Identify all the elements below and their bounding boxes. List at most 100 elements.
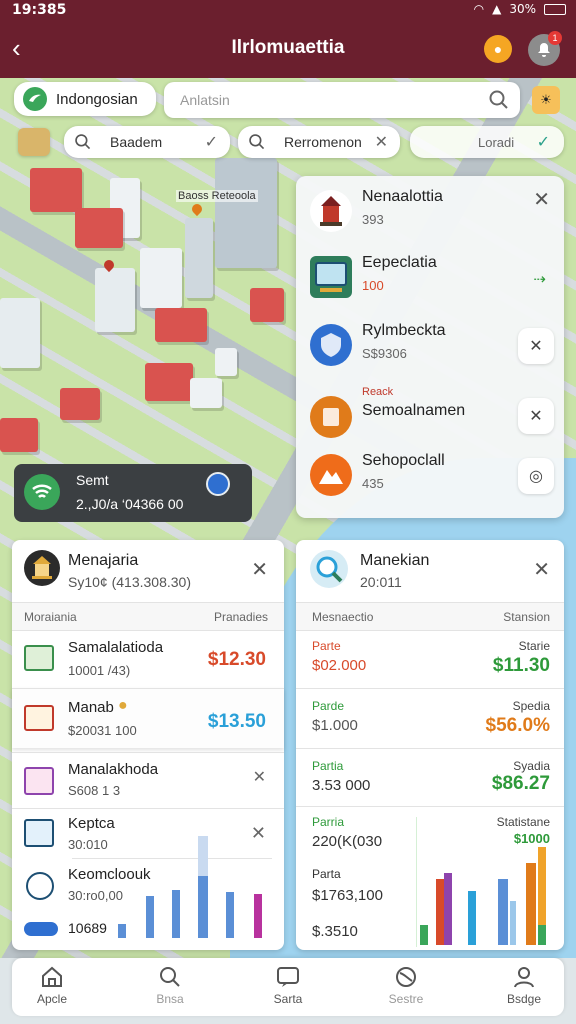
chart-bar [526,863,536,945]
temple-icon [24,550,60,586]
nav-label: Bsdge [506,992,542,1006]
column-header: Moraiania [24,610,77,624]
poi-sub: 100 [362,278,384,293]
map-building [0,418,38,452]
close-icon[interactable]: ✕ [518,398,554,434]
poi-sub: 435 [362,476,384,491]
shield-icon [310,324,352,366]
nav-item-profile[interactable]: Bsdge [484,964,564,1006]
row-title: Samalalatioda [68,639,164,656]
footer-value: $.3510 [312,923,358,940]
globe-icon [396,967,416,987]
info-icon[interactable]: ◎ [518,458,554,494]
poi-item[interactable]: Sehopoclall 435 ◎ [310,448,554,508]
toggle-icon[interactable] [24,922,58,936]
coin-icon[interactable]: ● [484,35,512,63]
poi-item[interactable]: Rylmbeckta S$9306 ✕ [310,318,554,378]
table-row[interactable]: Partia 3.53 000 Syadia $86.27 [296,748,564,806]
filter-icon[interactable] [18,128,50,156]
chart-bar [436,879,444,945]
signal-icon: ▲ [492,2,502,16]
screen-icon [310,256,352,298]
close-icon[interactable]: ✕ [375,132,388,152]
card-subtitle: 20:011 [360,574,402,590]
column-header: Mesnaectio [312,610,374,624]
search-input[interactable]: Anlatsin [164,82,520,118]
search-icon [75,134,91,150]
chevron-down-icon[interactable]: ✓ [537,132,550,152]
table-row[interactable]: Keptca 30:010 ✕ [12,808,284,860]
mountain-icon [310,454,352,496]
poi-title: Semoalnamen [362,402,466,419]
filter-chip-2[interactable]: Rerromenon ✕ [238,126,400,158]
nav-item-home[interactable]: Apcle [12,964,92,1006]
weather-icon[interactable]: ☀ [532,86,560,114]
table-row[interactable]: Manab ● $20031 100 $13.50 [12,688,284,748]
row-sub: 30:ro0,00 [68,888,123,903]
search-icon [249,134,265,150]
chevron-down-icon[interactable]: ✓ [205,132,218,152]
nav-item-search[interactable]: Bnsa [130,964,210,1006]
map-building [0,298,40,368]
temple-icon [310,190,352,232]
row-amount: $56.0% [485,715,550,736]
map-pin-icon[interactable] [189,201,205,217]
table-row[interactable]: Samalalatioda 10001 /43) $12.30 [12,630,284,688]
wifi-signal-icon [24,474,60,510]
card-title: Menajaria [68,552,139,569]
poi-item[interactable]: Reack Semoalnamen ✕ [310,382,554,442]
notification-bell-icon[interactable]: 1 [528,31,562,66]
row-sub: $20031 100 [68,723,137,738]
poi-title: Nenaalottia [362,188,443,205]
arrow-icon[interactable]: ⇢ [533,270,546,288]
map-building [60,388,100,420]
row-sub: 30:010 [68,837,108,852]
filter-chip-1[interactable]: Baadem ✓ [64,126,230,158]
status-time: 19:385 [12,2,67,18]
location-chip[interactable]: Loradi ✓ [410,126,564,158]
close-icon[interactable]: ✕ [251,560,268,580]
footer-value: 10689 [68,920,107,936]
table-header: Moraiania Pranadies [12,602,284,630]
table-row[interactable]: Manalakhoda S608 1 3 ✕ [12,752,284,808]
chart-bar [198,836,208,876]
close-icon[interactable]: ✕ [251,823,266,844]
ledger-icon [24,645,54,671]
map-building [190,378,222,408]
poi-item[interactable]: Nenaalottia 393 [310,184,554,244]
wifi-icon: ◠ [473,2,485,16]
route-icon[interactable]: ✕ [518,328,554,364]
row-label: Parde [312,699,345,713]
row-amount: $13.50 [207,711,266,732]
location-chip-label: Loradi [478,134,515,150]
table-row[interactable]: Parte $02.000 Starie $11.30 [296,630,564,688]
chart-bar [444,873,452,945]
row-amount: $86.27 [491,773,550,794]
map-building [215,348,237,376]
poi-list-panel: ✕ Nenaalottia 393 Eepeclatia 100 ⇢ Rylmb… [296,176,564,518]
table-row[interactable]: Parde $1.000 Spedia $56.0% [296,688,564,748]
nav-item-chat[interactable]: Sarta [248,964,328,1006]
search-icon[interactable] [488,89,510,111]
home-icon [42,966,62,987]
nav-item-globe[interactable]: Sestre [366,964,446,1006]
close-icon[interactable]: ✕ [253,767,266,787]
filter-chip-1-label: Baadem [110,134,163,150]
brand-chip[interactable]: Indongosian [14,82,156,116]
map-building [75,208,123,248]
close-icon[interactable]: ✕ [533,560,550,580]
poi-item[interactable]: Eepeclatia 100 ⇢ [310,250,554,310]
map-building [140,248,182,308]
chart-bar [118,924,126,938]
map-building [155,308,207,342]
poi-sub: Reack [362,386,394,398]
edit-document-icon [24,767,54,795]
globe-icon[interactable] [206,472,230,496]
chart-bar [172,890,180,938]
search-placeholder: Anlatsin [180,92,230,108]
map-building [95,268,135,332]
document-icon [24,705,54,731]
info-snackbar[interactable]: Semt 2.,J0/a ‘04366 00 [14,464,252,522]
filter-chip-2-label: Rerromenon [284,134,362,150]
top-app-bar: ‹ Ilrlomuaettia ● 1 [0,22,576,78]
